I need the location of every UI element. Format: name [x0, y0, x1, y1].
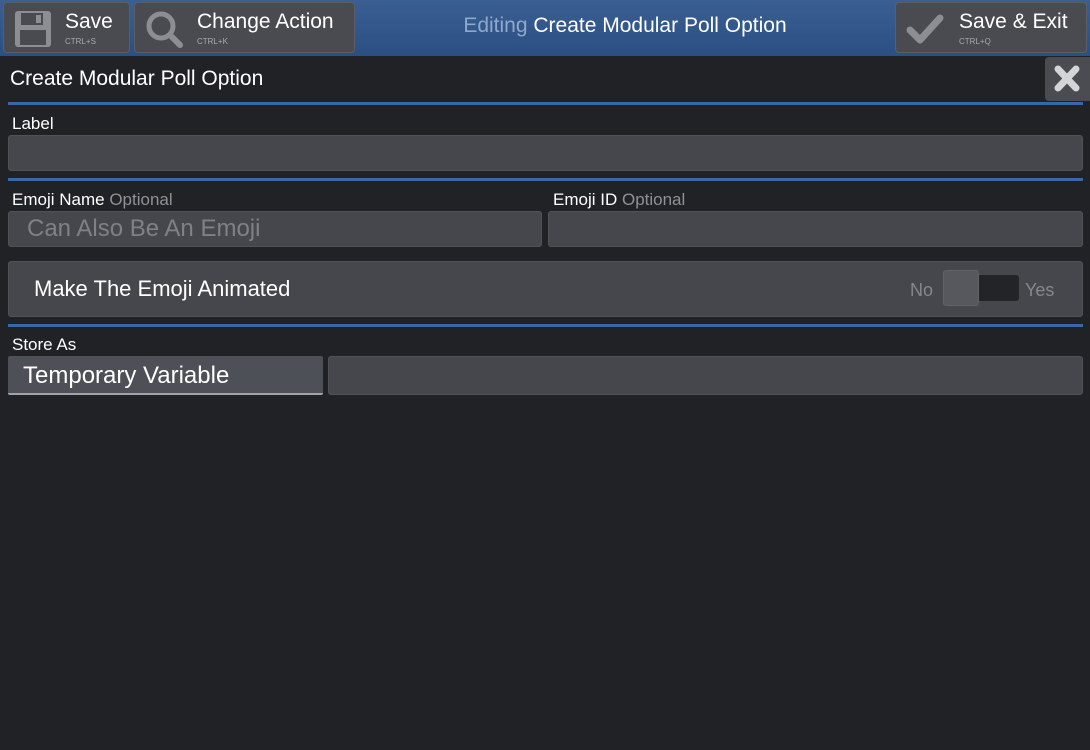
checkmark-icon [906, 14, 944, 44]
floppy-disk-icon [15, 11, 51, 47]
store-as-label: Store As [12, 335, 77, 354]
change-action-shortcut: CTRL+K [197, 37, 228, 46]
save-label: Save [65, 10, 113, 33]
emoji-name-input[interactable] [8, 211, 542, 247]
emoji-id-label: Emoji ID Optional [553, 190, 685, 210]
close-button[interactable] [1045, 57, 1090, 101]
store-as-variable-input[interactable] [328, 356, 1083, 395]
save-button[interactable]: Save CTRL+S [3, 2, 130, 53]
save-exit-button[interactable]: Save & Exit CTRL+Q [895, 2, 1087, 53]
toggle-yes-label: Yes [1025, 280, 1055, 300]
save-exit-shortcut: CTRL+Q [959, 37, 991, 46]
animated-toggle-row: Make The Emoji Animated No Yes [8, 261, 1083, 317]
editing-name: Create Modular Poll Option [533, 14, 787, 37]
emoji-id-input[interactable] [548, 211, 1083, 247]
editing-title: Editing Create Modular Poll Option [360, 14, 890, 38]
magnifier-icon [146, 11, 183, 48]
emoji-name-optional: Optional [109, 190, 173, 209]
toggle-divider [8, 324, 1083, 327]
emoji-name-label: Emoji Name Optional [12, 190, 173, 210]
panel-title: Create Modular Poll Option [10, 67, 264, 90]
editing-prefix: Editing [463, 14, 528, 37]
toggle-no-label: No [910, 280, 934, 300]
store-as-type-value: Temporary Variable [23, 362, 230, 389]
save-shortcut: CTRL+S [65, 37, 96, 46]
change-action-button[interactable]: Change Action CTRL+K [134, 2, 355, 53]
animated-toggle-label: Make The Emoji Animated [34, 276, 291, 301]
label-field-label: Label [12, 114, 54, 133]
toggle-knob [943, 270, 979, 306]
emoji-name-label-text: Emoji Name [12, 190, 105, 209]
label-divider [8, 178, 1083, 181]
store-as-type-select[interactable]: Temporary Variable [8, 356, 323, 395]
top-toolbar: Save CTRL+S Change Action CTRL+K Editing… [0, 0, 1090, 56]
emoji-id-label-text: Emoji ID [553, 190, 618, 209]
header-divider [8, 102, 1083, 105]
close-x-icon [1054, 65, 1080, 92]
emoji-id-optional: Optional [621, 190, 686, 209]
label-input[interactable] [8, 135, 1083, 171]
save-exit-label: Save & Exit [959, 10, 1068, 33]
change-action-label: Change Action [197, 10, 334, 33]
animated-toggle-switch[interactable] [943, 270, 1019, 306]
